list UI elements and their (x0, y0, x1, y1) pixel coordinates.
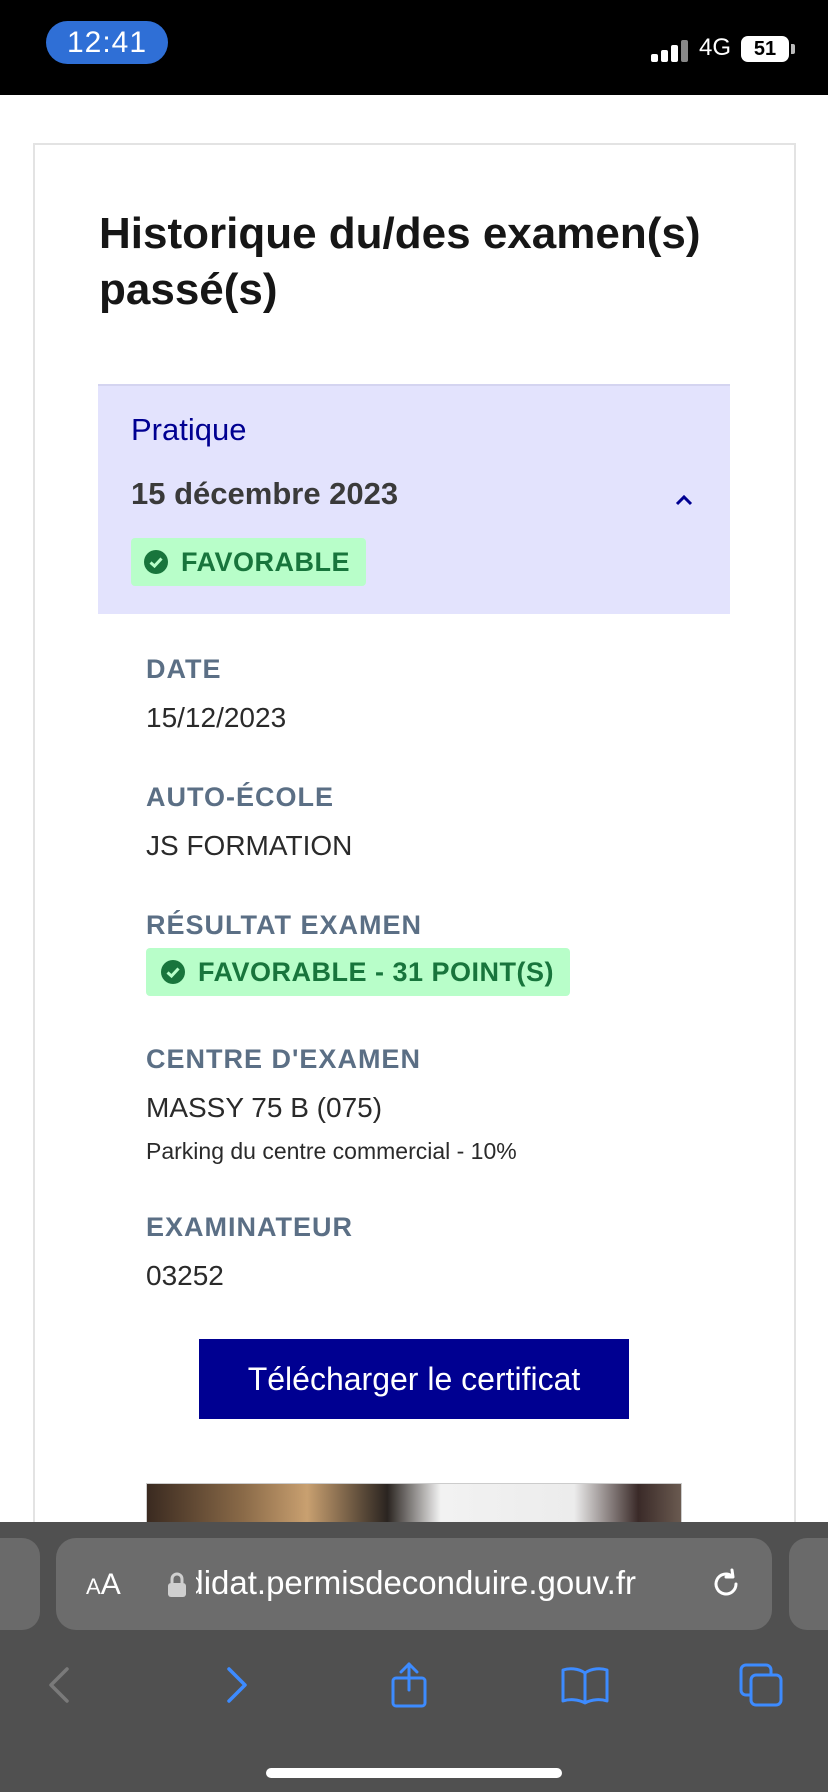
examiner-label: EXAMINATEUR (146, 1212, 354, 1242)
lock-icon (168, 1572, 186, 1597)
driving-school-label: AUTO-ÉCOLE (146, 782, 335, 812)
url-text: ndidat.permisdeconduire.gouv.fr (196, 1564, 636, 1601)
tabs-icon[interactable] (736, 1660, 786, 1710)
exam-center-subtitle: Parking du centre commercial - 10% (146, 1138, 517, 1164)
check-circle-icon (161, 960, 185, 984)
exam-center-label: CENTRE D'EXAMEN (146, 1044, 421, 1074)
download-certificate-button[interactable]: Télécharger le certificat (199, 1339, 629, 1419)
reload-icon[interactable] (708, 1566, 744, 1602)
text-size-large: A (100, 1568, 121, 1601)
status-badge-label: FAVORABLE (181, 546, 351, 577)
battery-tip (791, 44, 795, 54)
status-time: 12:41 (46, 21, 168, 64)
date-value: 15/12/2023 (146, 702, 287, 733)
battery-level: 51 (753, 37, 777, 60)
network-type: 4G (699, 34, 732, 61)
cellular-signal-icon (651, 38, 691, 62)
status-badge: FAVORABLE (131, 538, 367, 586)
result-label: RÉSULTAT EXAMEN (146, 910, 422, 940)
exam-type: Pratique (131, 412, 247, 447)
back-icon[interactable] (34, 1660, 84, 1710)
previous-tab-peek[interactable] (0, 1538, 40, 1630)
driving-school-value: JS FORMATION (146, 830, 353, 861)
result-badge: FAVORABLE - 31 POINT(S) (146, 948, 571, 996)
promo-image (146, 1483, 682, 1523)
text-size-small: A (86, 1574, 101, 1599)
forward-icon[interactable] (212, 1660, 262, 1710)
address-bar[interactable]: AA ndidat.permisdeconduire.gouv.fr (56, 1538, 772, 1630)
date-label: DATE (146, 654, 222, 684)
share-icon[interactable] (384, 1660, 434, 1710)
battery-icon: 51 (741, 36, 789, 62)
exam-date-heading: 15 décembre 2023 (131, 476, 399, 511)
chevron-up-icon[interactable] (668, 484, 700, 516)
bookmarks-icon[interactable] (560, 1660, 610, 1710)
text-size-button[interactable]: AA (86, 1568, 121, 1602)
examiner-value: 03252 (146, 1260, 224, 1291)
browser-toolbar: AA ndidat.permisdeconduire.gouv.fr (0, 1522, 828, 1792)
exam-accordion-header[interactable]: Pratique 15 décembre 2023 FAVORABLE (98, 384, 730, 614)
next-tab-peek[interactable] (789, 1538, 828, 1630)
status-bar: 12:41 4G 51 (0, 0, 828, 95)
exam-center-value: MASSY 75 B (075) (146, 1092, 383, 1123)
check-circle-icon (144, 550, 168, 574)
home-indicator[interactable] (266, 1768, 562, 1778)
page-title: Historique du/des examen(s) passé(s) (99, 209, 701, 314)
result-badge-label: FAVORABLE - 31 POINT(S) (198, 956, 555, 987)
